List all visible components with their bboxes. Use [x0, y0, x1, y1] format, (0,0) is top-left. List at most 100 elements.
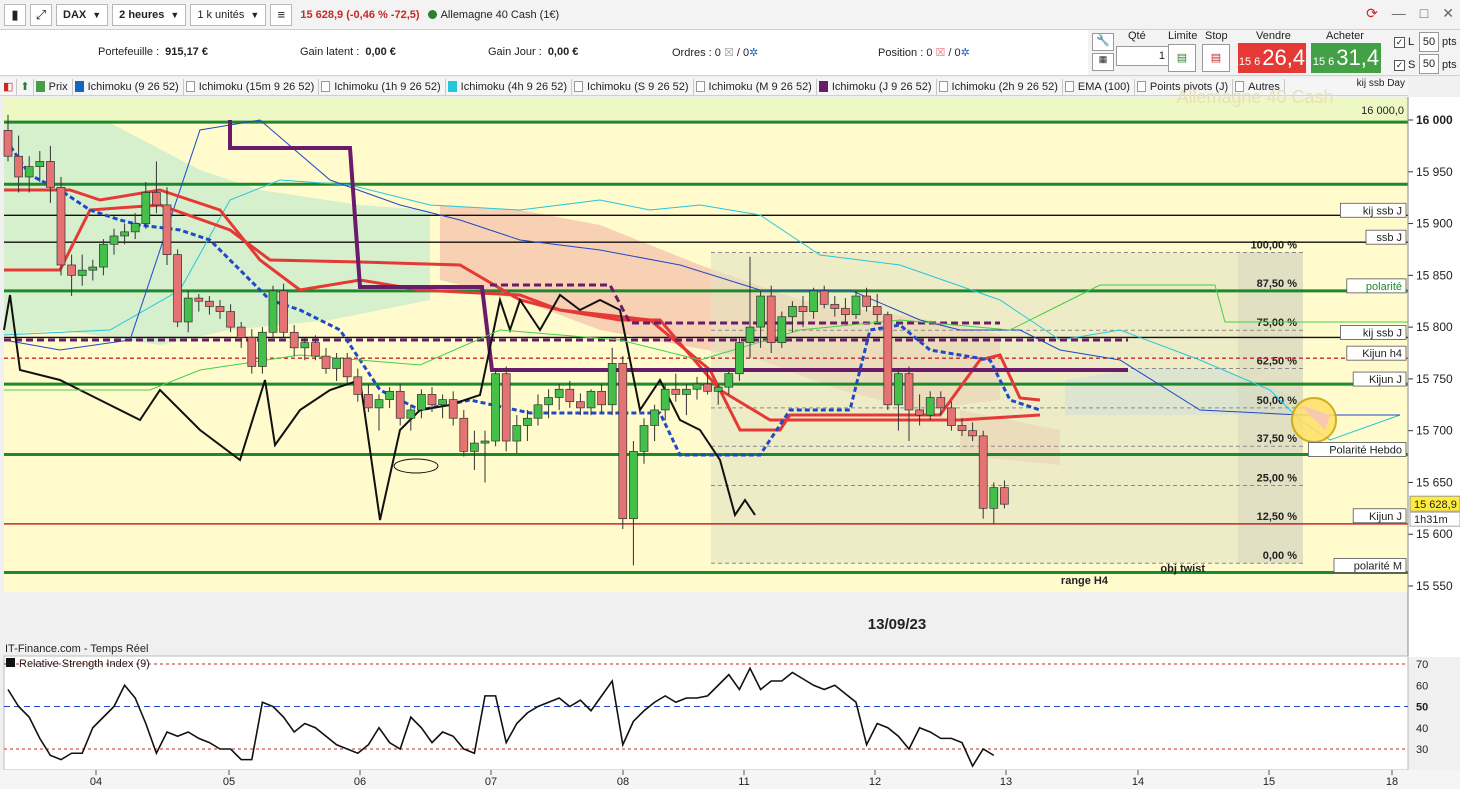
- candle-body: [152, 192, 161, 206]
- candle-body: [597, 390, 606, 406]
- level-label: polarité: [1366, 281, 1402, 293]
- candle-body: [448, 399, 458, 419]
- candle-body: [819, 290, 829, 305]
- candle-body: [183, 297, 193, 323]
- rsi-axis-tick: 30: [1416, 744, 1428, 756]
- candle-body: [342, 357, 352, 378]
- x-axis-label: 15: [1263, 776, 1275, 788]
- data-source: IT-Finance.com - Temps Réel: [5, 643, 149, 655]
- level-label: 16 000,0: [1361, 105, 1404, 117]
- fib-level-label: 62,50 %: [1257, 356, 1298, 368]
- candle-body: [671, 388, 681, 395]
- candle-body: [809, 290, 818, 312]
- candle-body: [830, 303, 840, 309]
- price-axis-tick: 16 000: [1416, 113, 1453, 127]
- price-axis-tick: 15 950: [1416, 165, 1453, 179]
- candle-body: [46, 161, 55, 188]
- candle-body: [745, 326, 755, 343]
- candle-body: [883, 314, 893, 406]
- candle-body: [629, 451, 638, 520]
- level-label-box: polarité: [1346, 278, 1407, 294]
- candle-body: [480, 440, 490, 444]
- candle-body: [109, 235, 119, 245]
- candle-body: [14, 155, 23, 178]
- rsi-color-swatch: [6, 658, 15, 667]
- level-label: Kijun J: [1369, 374, 1402, 386]
- candle-body: [77, 269, 87, 276]
- candle-body: [395, 390, 405, 419]
- candle-body: [894, 373, 903, 406]
- watermark-text: Allemagne 40 Cash: [1176, 87, 1333, 107]
- level-label: Kijun J: [1369, 511, 1402, 523]
- level-label-box: kij ssb J: [1340, 325, 1407, 340]
- candle-body: [35, 161, 45, 167]
- candle-body: [766, 295, 776, 343]
- fib-level-label: 0,00 %: [1263, 550, 1297, 562]
- candle-body: [544, 397, 553, 406]
- x-axis-label: 12: [869, 776, 881, 788]
- candle-body: [682, 388, 691, 395]
- level-label: Polarité Hebdo: [1329, 444, 1402, 456]
- rsi-axis-tick: 50: [1416, 702, 1428, 714]
- candle-body: [236, 326, 246, 338]
- price-axis-tick: 15 800: [1416, 320, 1453, 334]
- candle-body: [501, 373, 511, 442]
- rsi-axis-tick: 70: [1416, 659, 1428, 671]
- x-axis-label: 07: [485, 776, 497, 788]
- price-axis-tick: 15 700: [1416, 424, 1453, 438]
- candle-body: [321, 355, 331, 369]
- candle-body: [735, 342, 744, 375]
- x-axis-label: 08: [617, 776, 629, 788]
- date-label: 13/09/23: [868, 616, 926, 633]
- candle-body: [639, 425, 649, 452]
- candle-body: [872, 306, 882, 316]
- level-label-box: Kijun J: [1352, 508, 1407, 524]
- level-label: polarité M: [1354, 560, 1402, 572]
- price-chart[interactable]: 100,00 %87,50 %75,00 %62,50 %50,00 %37,5…: [0, 0, 1460, 789]
- candle-body: [438, 399, 447, 406]
- obj-twist-label: obj twist: [1160, 563, 1205, 575]
- rsi-panel: [3, 655, 1409, 771]
- candle-body: [427, 394, 437, 406]
- candle-body: [523, 417, 532, 426]
- x-axis-label: 06: [354, 776, 366, 788]
- price-axis-tick: 15 650: [1416, 475, 1453, 489]
- candle-body: [660, 388, 670, 411]
- candle-body: [989, 487, 999, 509]
- fib-level-label: 87,50 %: [1257, 278, 1298, 290]
- candle-body: [194, 297, 204, 302]
- candle-body: [841, 308, 850, 316]
- candle-body: [978, 435, 988, 509]
- candle-body: [300, 342, 310, 349]
- candle-body: [925, 397, 935, 416]
- candle-body: [268, 290, 278, 333]
- rsi-label: Relative Strength Index (9): [19, 658, 150, 670]
- candle-body: [470, 442, 479, 452]
- candle-body: [512, 425, 522, 442]
- range-h4-label: range H4: [1061, 575, 1109, 587]
- current-price-label: 15 628,9: [1414, 499, 1457, 511]
- fib-level-label: 25,00 %: [1257, 473, 1298, 485]
- candle-body: [205, 300, 214, 307]
- candle-body: [576, 401, 585, 409]
- candle-body: [215, 306, 225, 312]
- candle-body: [67, 264, 76, 276]
- candle-body: [99, 243, 108, 268]
- candle-body: [968, 430, 977, 437]
- price-axis-tick: 15 550: [1416, 579, 1453, 593]
- candle-body: [650, 409, 659, 426]
- candle-body: [554, 388, 564, 398]
- candle-body: [364, 394, 373, 409]
- candle-body: [756, 295, 765, 328]
- candle-body: [247, 337, 257, 367]
- candle-body: [1000, 487, 1009, 505]
- level-label-box: Polarité Hebdo: [1308, 442, 1407, 457]
- candle-body: [565, 388, 575, 403]
- level-label: kij ssb J: [1363, 205, 1402, 217]
- candle-body: [88, 266, 98, 271]
- price-axis-tick: 15 900: [1416, 217, 1453, 231]
- candle-body: [586, 390, 596, 409]
- candle-body: [618, 363, 628, 520]
- level-label-box: Kijun J: [1352, 371, 1407, 387]
- candle-body: [862, 295, 871, 307]
